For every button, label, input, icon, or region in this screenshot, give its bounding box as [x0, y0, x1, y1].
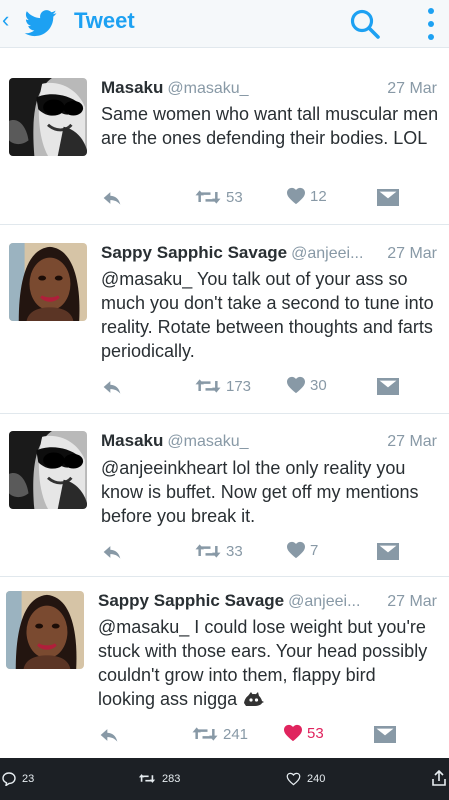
author-name[interactable]: Sappy Sapphic Savage — [101, 243, 287, 262]
author-name[interactable]: Masaku — [101, 431, 163, 450]
author-handle[interactable]: @masaku_ — [167, 433, 248, 450]
tweet-text: Same women who want tall muscular men ar… — [101, 104, 439, 148]
bird-emoji-icon — [244, 692, 265, 706]
tweet-text: @anjeeinkheart lol the only reality you … — [101, 458, 419, 526]
retweet-count: 53 — [226, 188, 243, 206]
like-button[interactable]: 12 — [286, 187, 327, 205]
heart-icon — [283, 724, 303, 742]
heart-icon — [286, 187, 306, 205]
mail-icon — [377, 189, 399, 206]
like-count: 7 — [310, 541, 319, 559]
retweet-icon — [138, 774, 156, 783]
like-count: 240 — [307, 773, 326, 785]
like-button[interactable]: 53 — [283, 724, 324, 742]
sunglasses-selfie-avatar[interactable] — [9, 431, 87, 509]
direct-message-button[interactable] — [374, 726, 396, 743]
tweet-actions: 53 12 — [0, 186, 449, 210]
tweet-2[interactable]: Sappy Sapphic Savage @anjeei... 27 Mar @m… — [0, 226, 449, 414]
author-handle[interactable]: @anjeei... — [291, 245, 363, 262]
retweet-icon — [194, 541, 222, 561]
engagement-bar: 23 283 240 — [0, 758, 449, 800]
heart-outline-icon — [286, 772, 301, 786]
like-button[interactable]: 30 — [286, 376, 327, 394]
reply-icon — [101, 377, 123, 397]
author-handle[interactable]: @anjeei... — [288, 593, 360, 610]
page-title: Tweet — [74, 8, 135, 33]
retweet-button[interactable]: 241 — [191, 724, 248, 744]
tweet-1[interactable]: Masaku @masaku_ 27 Mar Same women who wan… — [0, 66, 449, 225]
heart-icon — [286, 376, 306, 394]
reply-button[interactable] — [98, 725, 120, 745]
tweet-date: 27 Mar — [387, 593, 437, 610]
retweet-count-button[interactable]: 283 — [138, 772, 180, 785]
reply-button[interactable] — [101, 188, 123, 208]
tweet-date: 27 Mar — [387, 80, 437, 97]
direct-message-button[interactable] — [377, 189, 399, 206]
heart-icon — [286, 541, 306, 559]
tweet-actions: 241 53 — [0, 723, 449, 747]
retweet-count: 283 — [162, 772, 181, 785]
twitter-bird-icon — [24, 10, 57, 37]
reply-count: 23 — [22, 773, 35, 785]
tweet-3[interactable]: Masaku @masaku_ 27 Mar @anjeeinkheart lol… — [0, 415, 449, 577]
tweet-text: @masaku_ I could lose weight but you're … — [98, 615, 436, 711]
retweet-icon — [194, 187, 222, 207]
reply-button[interactable] — [101, 542, 123, 562]
reply-icon — [101, 542, 123, 562]
more-options-icon[interactable] — [425, 6, 437, 42]
search-icon[interactable] — [348, 7, 382, 41]
mail-icon — [377, 378, 399, 395]
reply-icon — [98, 725, 120, 745]
app-header: ‹ Tweet — [0, 0, 449, 48]
reply-icon — [101, 188, 123, 208]
author-handle[interactable]: @masaku_ — [167, 80, 248, 97]
retweet-count: 241 — [223, 725, 249, 743]
retweet-icon — [194, 376, 222, 396]
direct-message-button[interactable] — [377, 543, 399, 560]
retweet-button[interactable]: 53 — [194, 187, 243, 207]
reply-button[interactable] — [101, 377, 123, 397]
tweet-text: @masaku_ You talk out of your ass so muc… — [101, 269, 434, 361]
share-icon — [432, 770, 446, 786]
smiling-woman-avatar[interactable] — [6, 591, 84, 669]
mail-icon — [377, 543, 399, 560]
like-count: 53 — [307, 724, 324, 742]
like-button[interactable]: 7 — [286, 541, 318, 559]
tweet-date: 27 Mar — [387, 245, 437, 262]
direct-message-button[interactable] — [377, 378, 399, 395]
smiling-woman-avatar[interactable] — [9, 243, 87, 321]
retweet-button[interactable]: 33 — [194, 541, 243, 561]
sunglasses-selfie-avatar[interactable] — [9, 78, 87, 156]
tweet-4[interactable]: Sappy Sapphic Savage @anjeei... 27 Mar @m… — [0, 578, 449, 758]
back-chevron-icon[interactable]: ‹ — [2, 9, 9, 31]
like-count-button[interactable]: 240 — [286, 772, 325, 786]
comment-bubble-icon — [2, 772, 16, 786]
retweet-icon — [191, 724, 219, 744]
author-name[interactable]: Sappy Sapphic Savage — [98, 591, 284, 610]
like-count: 30 — [310, 376, 327, 394]
tweet-actions: 173 30 — [0, 375, 449, 399]
reply-count-button[interactable]: 23 — [2, 772, 34, 786]
tweet-actions: 33 7 — [0, 540, 449, 564]
share-button[interactable] — [432, 770, 446, 786]
retweet-count: 33 — [226, 542, 243, 560]
mail-icon — [374, 726, 396, 743]
retweet-count: 173 — [226, 377, 252, 395]
author-name[interactable]: Masaku — [101, 78, 163, 97]
retweet-button[interactable]: 173 — [194, 376, 251, 396]
like-count: 12 — [310, 187, 327, 205]
tweet-date: 27 Mar — [387, 433, 437, 450]
